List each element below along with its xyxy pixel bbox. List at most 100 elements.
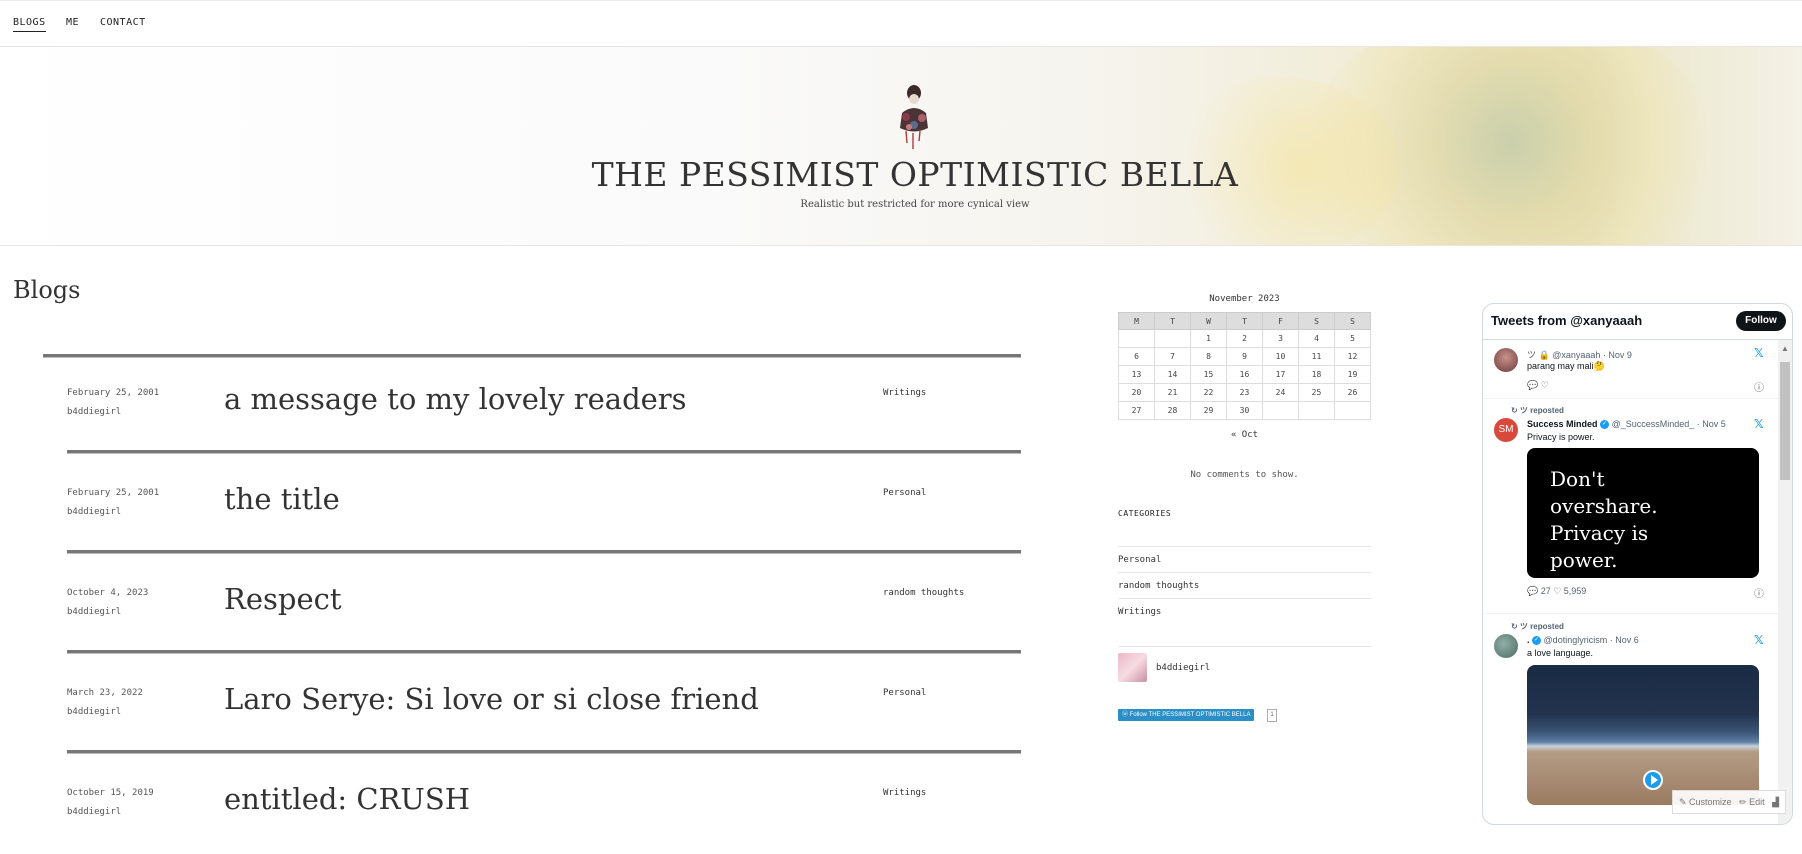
tweet-text: a love language.: [1527, 648, 1594, 658]
post-title[interactable]: Respect: [224, 582, 342, 616]
calendar-day: 6: [1118, 347, 1155, 366]
scroll-up-icon[interactable]: ▲: [1781, 344, 1789, 353]
tweet-media-card[interactable]: Don't overshare. Privacy is power.: [1527, 448, 1759, 578]
tweet-video-thumbnail[interactable]: [1527, 665, 1759, 805]
category-link-random-thoughts[interactable]: random thoughts: [1118, 572, 1371, 598]
calendar: M T W T F S S 1 2 3 4 5 6 7 8 9 10 11 12: [1118, 312, 1371, 420]
x-logo-icon[interactable]: 𝕏: [1754, 633, 1764, 647]
calendar-week: 1 2 3 4 5: [1118, 329, 1371, 348]
twitter-widget-scrollbar[interactable]: ▲: [1778, 340, 1792, 824]
weekday-header: M: [1118, 312, 1155, 330]
x-logo-icon[interactable]: 𝕏: [1754, 417, 1764, 431]
post-category[interactable]: Personal: [883, 488, 926, 498]
calendar-day: 11: [1298, 347, 1335, 366]
calendar-day: 8: [1190, 347, 1227, 366]
calendar-day: 14: [1154, 365, 1191, 384]
twitter-widget-title[interactable]: Tweets from @xanyaaah: [1491, 313, 1642, 328]
post-title[interactable]: Laro Serye: Si love or si close friend: [224, 682, 759, 716]
post-title[interactable]: a message to my lovely readers: [224, 382, 687, 416]
post-title[interactable]: entitled: CRUSH: [224, 782, 470, 816]
post-author[interactable]: b4ddiegirl: [67, 407, 121, 417]
follow-blog-button[interactable]: ⓦ Follow THE PESSIMIST OPTIMISTIC BELLA: [1118, 709, 1255, 721]
calendar-day: 19: [1334, 365, 1371, 384]
x-logo-icon[interactable]: 𝕏: [1754, 346, 1764, 360]
twitter-timeline-widget: Tweets from @xanyaaah Follow ツ 🔒 @xanyaa…: [1482, 303, 1793, 825]
nav-contact[interactable]: CONTACT: [100, 17, 146, 28]
calendar-day: 13: [1118, 365, 1155, 384]
edit-button[interactable]: Edit: [1749, 797, 1765, 807]
avatar[interactable]: [1118, 653, 1147, 682]
calendar-day: 16: [1226, 365, 1263, 384]
calendar-day: 17: [1262, 365, 1299, 384]
site-tagline: Realistic but restricted for more cynica…: [800, 199, 1030, 210]
post-category[interactable]: random thoughts: [883, 588, 964, 598]
tweet-user-line[interactable]: ツ 🔒 @xanyaaah · Nov 9: [1527, 348, 1632, 361]
tweet-user-line[interactable]: Success Minded ✓ @_SuccessMinded_ · Nov …: [1527, 419, 1726, 430]
post-title[interactable]: the title: [224, 482, 340, 516]
calendar-day: [1154, 329, 1191, 348]
tweet-author-name: Success Minded: [1527, 419, 1598, 429]
weekday-header: F: [1262, 312, 1299, 330]
play-icon[interactable]: [1643, 770, 1663, 790]
category-link-writings[interactable]: Writings: [1118, 598, 1371, 624]
calendar-day: [1298, 401, 1335, 420]
author-name[interactable]: b4ddiegirl: [1156, 663, 1210, 673]
customize-button[interactable]: Customize: [1689, 797, 1732, 807]
calendar-day: 30: [1226, 401, 1263, 420]
calendar-week: 13 14 15 16 17 18 19: [1118, 365, 1371, 384]
calendar-weekday-row: M T W T F S S: [1118, 312, 1371, 330]
post-author[interactable]: b4ddiegirl: [67, 607, 121, 617]
tweet-author-name: .: [1527, 635, 1530, 645]
calendar-day: 27: [1118, 401, 1155, 420]
info-icon[interactable]: ⓘ: [1754, 379, 1764, 394]
weekday-header: T: [1226, 312, 1263, 330]
site-title[interactable]: THE PESSIMIST OPTIMISTIC BELLA: [0, 155, 1802, 194]
calendar-day: 15: [1190, 365, 1227, 384]
post-author[interactable]: b4ddiegirl: [67, 807, 121, 817]
stats-icon[interactable]: ▟: [1772, 797, 1779, 807]
calendar-day: 28: [1154, 401, 1191, 420]
post-item: February 25, 2001 b4ddiegirl a message t…: [67, 354, 1021, 454]
tweet[interactable]: ↻ ツ reposted SM Success Minded ✓ @_Succe…: [1483, 398, 1778, 614]
calendar-day: 21: [1154, 383, 1191, 402]
info-icon[interactable]: ⓘ: [1754, 585, 1764, 600]
post-author[interactable]: b4ddiegirl: [67, 707, 121, 717]
tweet-text: parang may mali🤔: [1527, 361, 1605, 371]
calendar-day: [1118, 329, 1155, 348]
avatar[interactable]: [1494, 348, 1518, 372]
wordpress-icon: ⓦ: [1122, 712, 1130, 718]
tweet[interactable]: ツ 🔒 @xanyaaah · Nov 9 parang may mali🤔 𝕏…: [1483, 340, 1778, 399]
avatar[interactable]: [1494, 634, 1518, 658]
post-item: October 15, 2019 b4ddiegirl entitled: CR…: [67, 754, 1021, 854]
calendar-day: 20: [1118, 383, 1155, 402]
calendar-day: 29: [1190, 401, 1227, 420]
tweet-handle: @dotinglyricism · Nov 6: [1543, 635, 1639, 645]
calendar-week: 27 28 29 30: [1118, 401, 1371, 420]
category-link-personal[interactable]: Personal: [1118, 546, 1371, 572]
calendar-day: 23: [1226, 383, 1263, 402]
calendar-day: 26: [1334, 383, 1371, 402]
calendar-day: 3: [1262, 329, 1299, 348]
post-date: February 25, 2001: [67, 488, 160, 498]
scrollbar-thumb[interactable]: [1780, 362, 1790, 480]
post-author[interactable]: b4ddiegirl: [67, 507, 121, 517]
tweet-actions[interactable]: 💬 ♡: [1527, 380, 1549, 391]
weekday-header: T: [1154, 312, 1191, 330]
post-date: March 23, 2022: [67, 688, 143, 698]
twitter-follow-button[interactable]: Follow: [1736, 311, 1786, 331]
twitter-widget-header: Tweets from @xanyaaah Follow: [1483, 304, 1792, 340]
tweet-user-line[interactable]: . ✓ @dotinglyricism · Nov 6: [1527, 635, 1639, 646]
avatar[interactable]: SM: [1494, 418, 1518, 442]
weekday-header: S: [1298, 312, 1335, 330]
post-category[interactable]: Writings: [883, 388, 926, 398]
tweet-actions[interactable]: 💬 27 ♡ 5,959: [1527, 586, 1586, 597]
post-category[interactable]: Personal: [883, 688, 926, 698]
verified-badge-icon: ✓: [1532, 636, 1542, 646]
nav-blogs[interactable]: BLOGS: [13, 17, 46, 32]
site-logo: [900, 85, 928, 149]
calendar-prev-month-link[interactable]: « Oct: [1118, 430, 1371, 440]
nav-me[interactable]: ME: [66, 17, 79, 28]
follow-blog-label: Follow THE PESSIMIST OPTIMISTIC BELLA: [1129, 712, 1251, 718]
calendar-day: 25: [1298, 383, 1335, 402]
post-category[interactable]: Writings: [883, 788, 926, 798]
